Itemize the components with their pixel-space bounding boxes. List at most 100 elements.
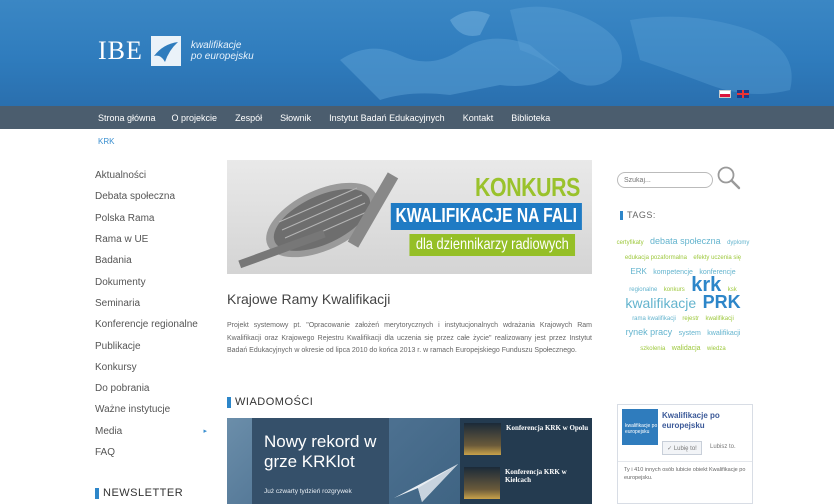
- tag-link[interactable]: ERK: [630, 267, 646, 276]
- sidebar-item-debate[interactable]: Debata społeczna: [95, 186, 215, 207]
- logo-subtitle-line1: kwalifikacje: [190, 40, 242, 51]
- sidebar-item-institutions[interactable]: Ważne instytucje: [95, 399, 215, 420]
- fb-page-picture[interactable]: kwalifikacje po europejsku: [622, 409, 658, 445]
- sidebar-item-faq[interactable]: FAQ: [95, 442, 215, 463]
- main-navigation: Strona główna O projekcie Zespół Słownik…: [0, 106, 834, 129]
- sidebar-item-eu-framework[interactable]: Rama w UE: [95, 229, 215, 250]
- page-title: Krajowe Ramy Kwalifikacji: [227, 291, 391, 307]
- nav-item-institute[interactable]: Instytut Badań Edukacyjnych: [329, 113, 445, 123]
- sidebar-item-label: Dokumenty: [95, 276, 146, 288]
- sidebar-item-downloads[interactable]: Do pobrania: [95, 378, 215, 399]
- logo-subtitle: kwalifikacje po europejsku: [191, 40, 254, 62]
- tag-link[interactable]: rama kwalifikacji: [632, 316, 676, 322]
- tag-link[interactable]: certyfikaty: [617, 240, 644, 246]
- news-heading: WIADOMOŚCI: [227, 396, 313, 408]
- news-side-item[interactable]: Konferencja KRK w Opolu: [460, 418, 592, 460]
- tag-link[interactable]: system: [679, 330, 701, 337]
- tag-link[interactable]: kwalifikacji: [705, 316, 733, 322]
- tag-link[interactable]: konkurs: [664, 287, 685, 293]
- tag-link[interactable]: PRK: [703, 292, 741, 312]
- site-logo[interactable]: IBE kwalifikacje po europejsku: [98, 36, 254, 66]
- sidebar-item-publications[interactable]: Publikacje: [95, 335, 215, 356]
- search-input[interactable]: [617, 172, 713, 188]
- sidebar-item-news[interactable]: Aktualności: [95, 165, 215, 186]
- sidebar-item-research[interactable]: Badania: [95, 250, 215, 271]
- search-icon[interactable]: [716, 165, 742, 191]
- sidebar-item-label: Publikacje: [95, 340, 141, 352]
- tag-link[interactable]: kompetencje: [653, 269, 693, 276]
- europe-map-graphic: [340, 6, 792, 100]
- news-side-item[interactable]: Konferencja KRK w Kielcach: [460, 462, 592, 504]
- fb-like-status: Lubisz to.: [710, 444, 736, 450]
- fb-page-picture-text: kwalifikacje po europejsku: [625, 423, 658, 435]
- sidebar-item-label: Konferencje regionalne: [95, 319, 198, 331]
- tag-link[interactable]: walidacja: [672, 345, 701, 352]
- sidebar-item-regional-conferences[interactable]: Konferencje regionalne: [95, 314, 215, 335]
- nav-item-glossary[interactable]: Słownik: [280, 113, 311, 123]
- nav-item-home[interactable]: Strona główna: [98, 113, 156, 123]
- news-feature-card[interactable]: Nowy rekord w grze KRKlot Już czwarty ty…: [252, 418, 389, 504]
- tag-link[interactable]: szkolenia: [640, 346, 665, 352]
- news-side-title: Konferencja KRK w Opolu: [506, 424, 589, 432]
- nav-item-contact[interactable]: Kontakt: [463, 113, 494, 123]
- tag-link[interactable]: regionalne: [629, 287, 657, 293]
- tags-heading: TAGS:: [620, 210, 656, 220]
- sidebar-item-label: Konkursy: [95, 361, 137, 373]
- facebook-like-box: kwalifikacje po europejsku Kwalifikacje …: [617, 404, 753, 504]
- sidebar-item-label: Ważne instytucje: [95, 404, 171, 416]
- sidebar-item-label: Badania: [95, 255, 132, 267]
- logo-subtitle-line2: po europejsku: [190, 51, 254, 62]
- banner-subtitle: dla dziennikarzy radiowych: [409, 234, 575, 256]
- tag-link[interactable]: dyplomy: [727, 240, 749, 246]
- newsletter-heading: NEWSLETTER: [95, 487, 183, 499]
- sidebar-item-label: Aktualności: [95, 170, 147, 182]
- sidebar-item-label: Rama w UE: [95, 234, 149, 246]
- logo-mark-icon: [150, 36, 181, 66]
- news-feature-image[interactable]: Nowy rekord w grze KRKlot Już czwarty ty…: [227, 418, 460, 504]
- tag-link[interactable]: efekty uczenia się: [693, 255, 741, 261]
- tag-link[interactable]: wiedza: [707, 346, 726, 352]
- submenu-arrow-icon: ▸: [203, 428, 207, 436]
- sidebar-item-documents[interactable]: Dokumenty: [95, 271, 215, 292]
- nav-item-team[interactable]: Zespół: [235, 113, 262, 123]
- sidebar-item-label: Media: [95, 425, 123, 437]
- english-flag-icon[interactable]: [737, 90, 749, 98]
- tag-link[interactable]: rejestr: [682, 316, 699, 322]
- intro-paragraph: Projekt systemowy pt. "Opracowanie założ…: [227, 322, 592, 355]
- fb-divider: [618, 461, 752, 462]
- sidebar-item-media[interactable]: Media ▸: [95, 421, 215, 442]
- tag-link[interactable]: debata społeczna: [650, 236, 721, 246]
- heading-marker: [95, 487, 99, 499]
- contest-banner[interactable]: KONKURS KWALIFIKACJE NA FALI dla dzienni…: [227, 160, 592, 274]
- fb-page-name[interactable]: Kwalifikacje po europejsku: [662, 411, 752, 431]
- tags-heading-text: TAGS:: [627, 210, 656, 220]
- sidebar-item-label: Do pobrania: [95, 383, 150, 395]
- paper-plane-icon: [394, 464, 458, 502]
- logo-ibe-text: IBE: [98, 36, 143, 65]
- news-thumbnail: [464, 467, 500, 499]
- site-header: IBE kwalifikacje po europejsku: [0, 0, 834, 106]
- tag-cloud: certyfikaty debata społeczna dyplomy edu…: [613, 234, 753, 355]
- sidebar-item-contests[interactable]: Konkursy: [95, 357, 215, 378]
- tag-link[interactable]: edukacja pozaformalna: [625, 255, 687, 261]
- language-flags: [719, 90, 749, 98]
- news-heading-text: WIADOMOŚCI: [235, 396, 314, 408]
- tag-link[interactable]: kwalifikacje: [625, 295, 696, 311]
- sidebar-item-label: Seminaria: [95, 297, 141, 309]
- sidebar-item-seminars[interactable]: Seminaria: [95, 293, 215, 314]
- tag-link[interactable]: kwalifikacji: [707, 330, 740, 337]
- banner-contest-word: KONKURS: [475, 172, 580, 202]
- tag-link[interactable]: rynek pracy: [626, 327, 673, 337]
- heading-marker: [620, 210, 623, 220]
- sidebar-item-label: Polska Rama: [95, 212, 155, 224]
- newsletter-heading-text: NEWSLETTER: [103, 487, 184, 499]
- breadcrumb[interactable]: KRK: [98, 137, 114, 146]
- sidebar-item-polish-framework[interactable]: Polska Rama: [95, 208, 215, 229]
- heading-marker: [227, 396, 231, 408]
- fb-like-button[interactable]: ✓ Lubię to!: [662, 441, 702, 455]
- news-thumbnail: [464, 423, 501, 455]
- nav-item-about[interactable]: O projekcie: [172, 113, 218, 123]
- polish-flag-icon[interactable]: [719, 90, 731, 98]
- nav-item-library[interactable]: Biblioteka: [511, 113, 550, 123]
- fb-likes-text: Ty i 410 innych osób lubicie obiekt Kwal…: [624, 467, 746, 481]
